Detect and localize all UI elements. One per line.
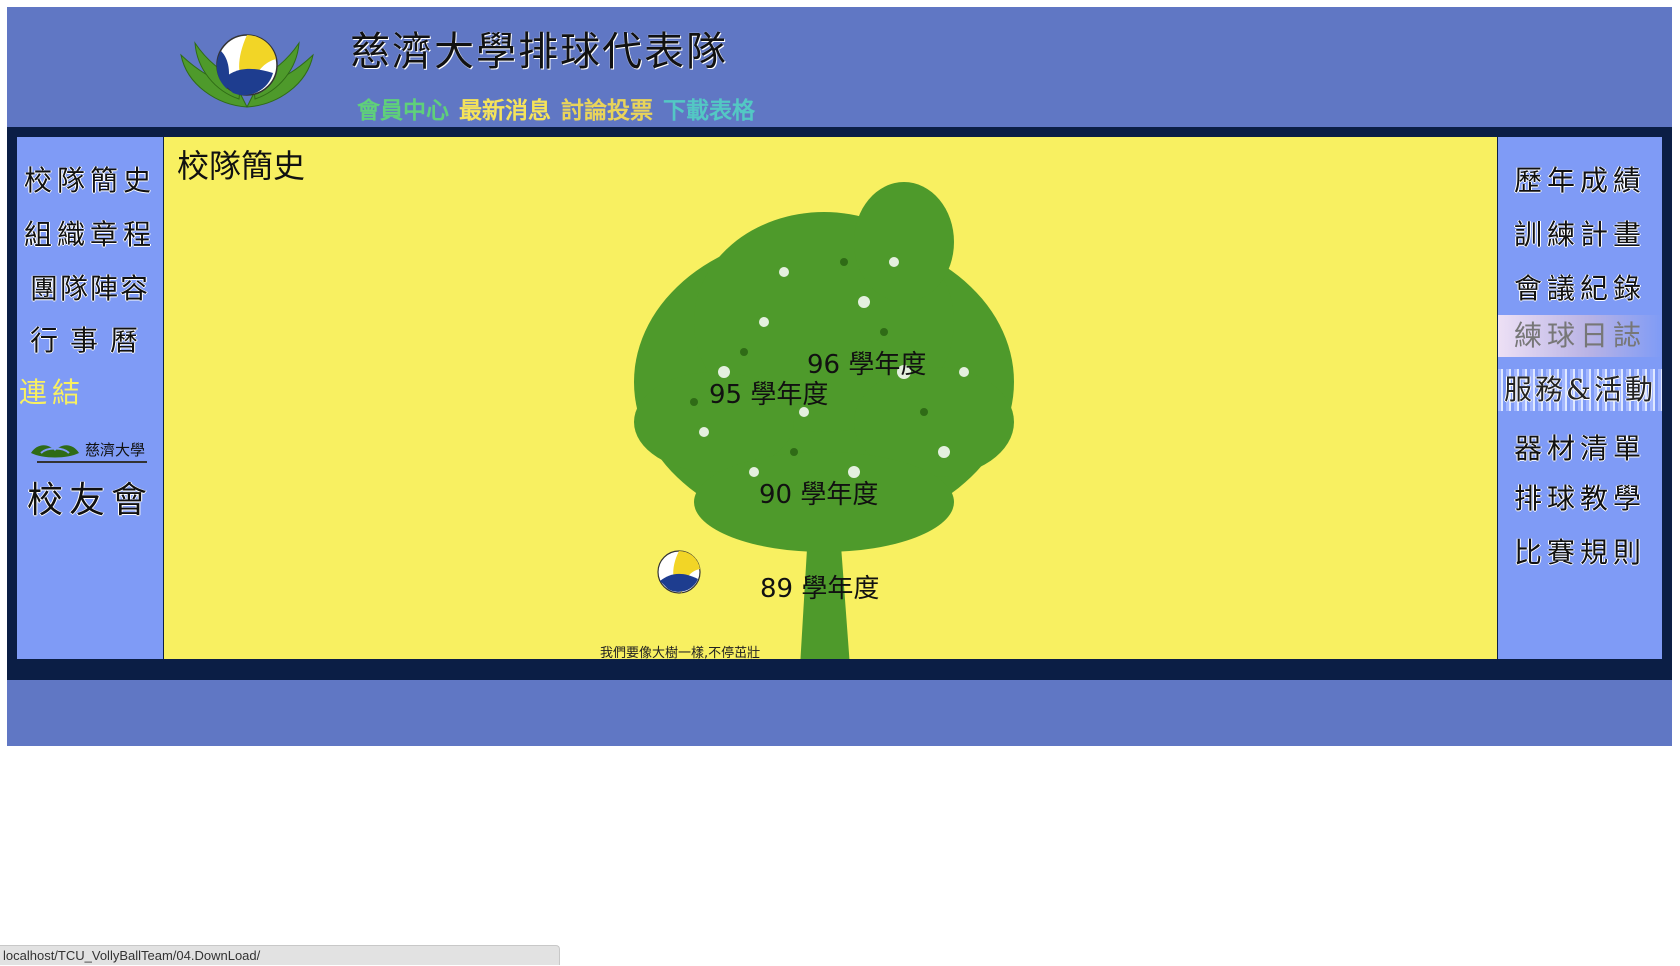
topnav-download-forms[interactable]: 下載表格 xyxy=(663,91,755,125)
left-nav-charter[interactable]: 組織章程 xyxy=(17,213,163,253)
left-nav-alumni[interactable]: 校友會 xyxy=(17,471,163,523)
right-nav-results[interactable]: 歷年成績 xyxy=(1498,159,1662,199)
year-label-90[interactable]: 90 學年度 xyxy=(759,474,878,511)
topnav-latest-news[interactable]: 最新消息 xyxy=(459,91,551,125)
topnav-discussion-vote[interactable]: 討論投票 xyxy=(561,91,653,125)
content-panel: 校隊簡史 96 學年度 95 學年度 90 學年度 89 學年度 我們要像大樹一… xyxy=(164,137,1497,659)
svg-text:慈濟大學: 慈濟大學 xyxy=(85,441,145,459)
year-label-89[interactable]: 89 學年度 xyxy=(760,568,879,605)
volleyball-icon xyxy=(657,550,701,594)
status-bar-url: localhost/TCU_VollyBallTeam/04.DownLoad/ xyxy=(0,945,560,965)
team-logo xyxy=(180,34,314,108)
right-nav-practice-log[interactable]: 練球日誌 xyxy=(1498,315,1662,357)
left-sidebar: 校隊簡史 組織章程 團隊陣容 行事曆 連結 慈濟大學 校友會 xyxy=(17,137,163,659)
right-nav-training-plan[interactable]: 訓練計畫 xyxy=(1498,213,1662,253)
right-nav-volleyball-teaching[interactable]: 排球教學 xyxy=(1498,477,1662,517)
top-navigation: 會員中心 最新消息 討論投票 下載表格 xyxy=(357,91,755,125)
year-label-95[interactable]: 95 學年度 xyxy=(709,374,828,411)
right-nav-meeting-minutes[interactable]: 會議紀錄 xyxy=(1498,267,1662,307)
right-nav-equipment-list[interactable]: 器材清單 xyxy=(1498,427,1662,467)
right-nav-rules[interactable]: 比賽規則 xyxy=(1498,531,1662,571)
right-sidebar: 歷年成績 訓練計畫 會議紀錄 練球日誌 服務&活動 器材清單 排球教學 比賽規則 xyxy=(1498,137,1662,659)
right-nav-service-activities[interactable]: 服務&活動 xyxy=(1498,369,1662,411)
page: 慈濟大學排球代表隊 會員中心 最新消息 討論投票 下載表格 校隊簡史 組織章程 … xyxy=(7,7,1672,746)
site-title: 慈濟大學排球代表隊 xyxy=(350,29,728,75)
topnav-member-center[interactable]: 會員中心 xyxy=(357,91,449,125)
university-logo-link[interactable]: 慈濟大學 xyxy=(27,439,155,469)
main-frame: 校隊簡史 組織章程 團隊陣容 行事曆 連結 慈濟大學 校友會 校隊簡史 96 學… xyxy=(7,127,1672,680)
links-heading: 連結 xyxy=(19,376,86,409)
left-nav-calendar[interactable]: 行事曆 xyxy=(17,319,163,359)
header: 慈濟大學排球代表隊 會員中心 最新消息 討論投票 下載表格 xyxy=(7,7,1672,127)
page-title: 校隊簡史 xyxy=(177,147,306,185)
left-nav-team-history[interactable]: 校隊簡史 xyxy=(17,159,163,199)
caption-text: 我們要像大樹一樣,不停茁壯 xyxy=(600,646,761,659)
left-nav-roster[interactable]: 團隊陣容 xyxy=(17,267,163,307)
